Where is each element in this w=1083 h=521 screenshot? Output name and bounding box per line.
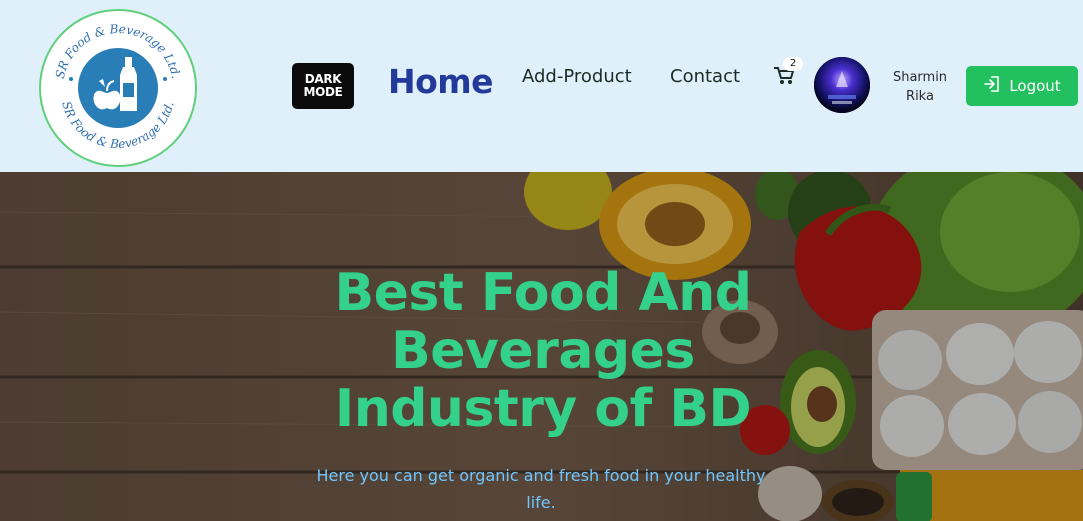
site-header: SR Food & Beverage Ltd. SR Food & Bevera… xyxy=(0,0,1083,172)
hero-banner: Best Food And Beverages Industry of BD H… xyxy=(0,172,1083,521)
logout-label: Logout xyxy=(1009,77,1061,95)
user-name: Sharmin Rika xyxy=(888,68,952,106)
logout-icon xyxy=(983,75,1001,97)
avatar[interactable] xyxy=(814,57,870,113)
nav-add-product-link[interactable]: Add-Product xyxy=(522,66,632,87)
cart-count-badge: 2 xyxy=(783,57,803,71)
user-first-name: Sharmin xyxy=(892,70,948,85)
hero-subtitle: Here you can get organic and fresh food … xyxy=(316,466,766,512)
nav-home-link[interactable]: Home xyxy=(388,62,494,101)
brand-logo[interactable]: SR Food & Beverage Ltd. SR Food & Bevera… xyxy=(39,9,197,167)
dark-mode-label-line2: MODE xyxy=(303,85,343,99)
hero-title: Best Food And Beverages Industry of BD xyxy=(334,263,753,439)
nav-contact-link[interactable]: Contact xyxy=(670,66,740,87)
logout-button[interactable]: Logout xyxy=(966,66,1078,106)
user-last-name: Rika xyxy=(906,89,934,104)
dark-mode-button[interactable]: DARK MODE xyxy=(292,63,354,109)
